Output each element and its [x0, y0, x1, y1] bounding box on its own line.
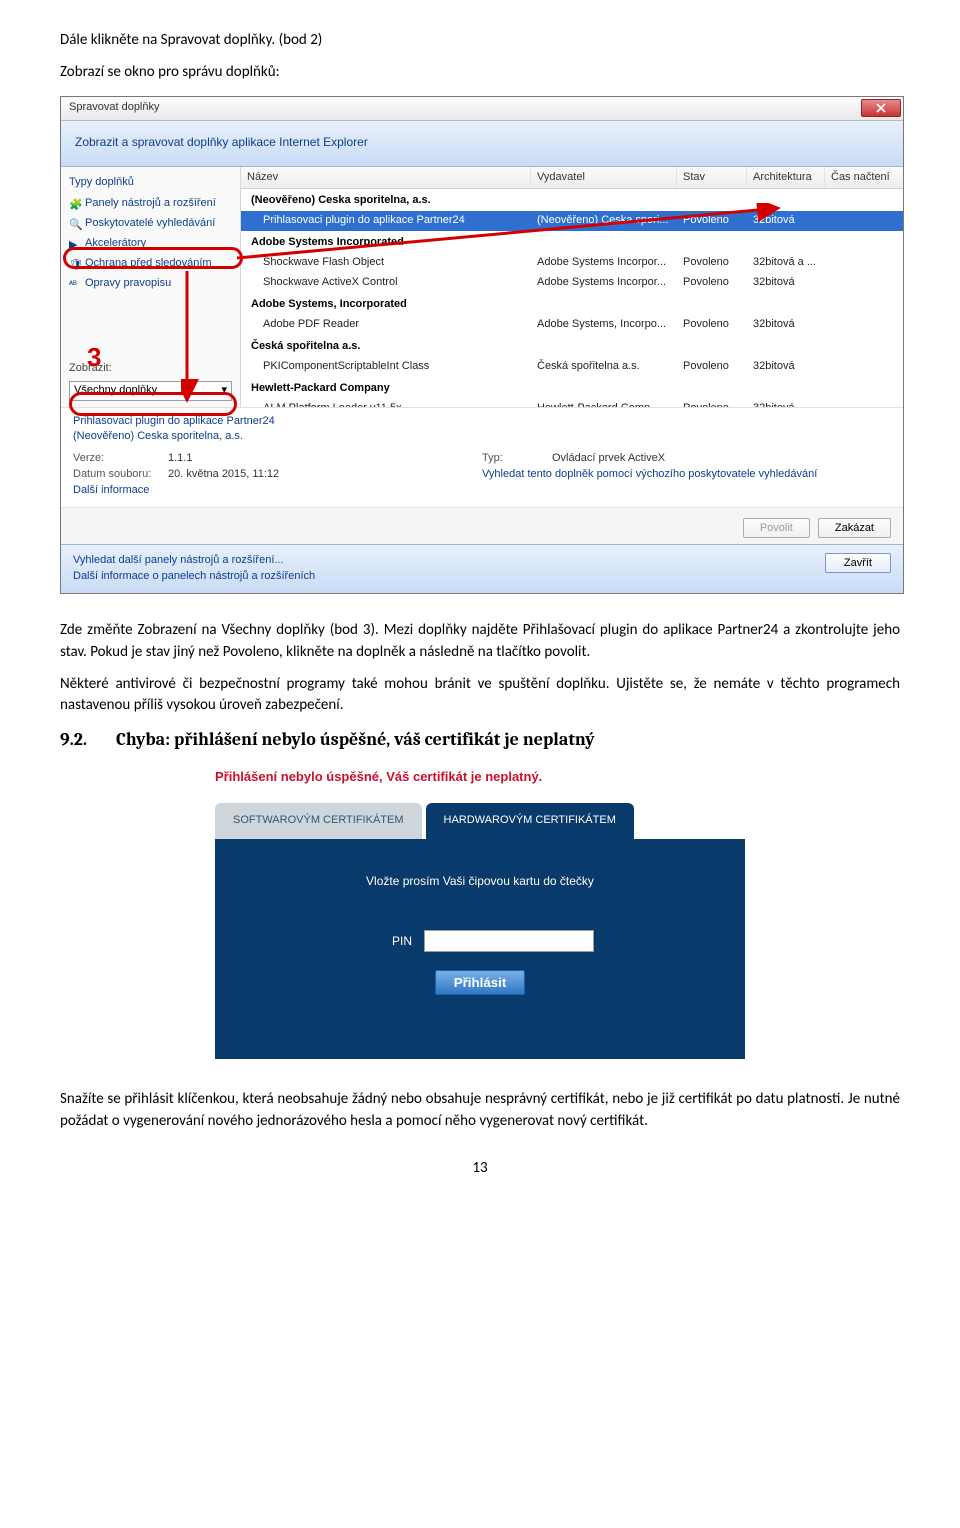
- learn-more-link[interactable]: Další informace o panelech nástrojů a ro…: [73, 569, 315, 585]
- date-label: Datum souboru:: [73, 467, 168, 483]
- col-arch[interactable]: Architektura: [747, 167, 825, 189]
- login-screenshot: Přihlášení nebylo úspěšné, Váš certifiká…: [60, 767, 900, 1059]
- heading-9-2: 9.2.Chyba: přihlášení nebylo úspěšné, vá…: [60, 727, 900, 753]
- col-state[interactable]: Stav: [677, 167, 747, 189]
- list-group: Česká spořitelna a.s.: [241, 335, 903, 357]
- login-button[interactable]: Přihlásit: [435, 970, 526, 995]
- titlebar: Spravovat doplňky: [61, 97, 903, 121]
- intro-line-2: Zobrazí se okno pro správu doplňků:: [60, 62, 900, 84]
- dialog-footer: Vyhledat další panely nástrojů a rozšíře…: [61, 544, 903, 593]
- page-number: 13: [60, 1158, 900, 1180]
- disable-button[interactable]: Zakázat: [818, 518, 891, 538]
- heading-text: Chyba: přihlášení nebylo úspěšné, váš ce…: [116, 729, 595, 750]
- type-label: Typ:: [482, 451, 552, 467]
- close-footer-button[interactable]: Zavřít: [825, 553, 891, 573]
- shield-icon: 🛡: [69, 258, 81, 270]
- list-row[interactable]: Shockwave ActiveX ControlAdobe Systems I…: [241, 273, 903, 293]
- chevron-down-icon: ▾: [221, 383, 227, 399]
- pin-label: PIN: [366, 933, 412, 950]
- list-row[interactable]: PKIComponentScriptableInt ClassČeská spo…: [241, 357, 903, 377]
- selection-publisher: (Neověřeno) Ceska sporitelna, a.s.: [73, 429, 891, 445]
- type-value: Ovládací prvek ActiveX: [552, 452, 665, 464]
- tab-hardware-cert[interactable]: HARDWAROVÝM CERTIFIKÁTEM: [426, 803, 634, 839]
- abc-icon: ᴬᴮ: [69, 278, 81, 290]
- list-row[interactable]: Shockwave Flash ObjectAdobe Systems Inco…: [241, 253, 903, 273]
- more-info-link[interactable]: Další informace: [73, 484, 149, 496]
- col-loadtime[interactable]: Čas načtení: [825, 167, 903, 189]
- intro-line-1: Dále klikněte na Spravovat doplňky. (bod…: [60, 30, 900, 52]
- list-row[interactable]: Adobe PDF ReaderAdobe Systems, Incorpo..…: [241, 315, 903, 335]
- pin-input[interactable]: [424, 930, 594, 952]
- version-value: 1.1.1: [168, 452, 192, 464]
- addons-list: Název Vydavatel Stav Architektura Čas na…: [241, 167, 903, 407]
- login-tabs: SOFTWAROVÝM CERTIFIKÁTEM HARDWAROVÝM CER…: [215, 803, 745, 839]
- col-name[interactable]: Název: [241, 167, 531, 189]
- accelerator-icon: ▶: [69, 238, 81, 250]
- close-button[interactable]: [861, 99, 901, 117]
- search-icon: 🔍: [69, 218, 81, 230]
- manage-addons-dialog: 3 Spravovat doplňky Zobrazit a spravovat…: [60, 96, 904, 595]
- sidebar-heading: Typy doplňků: [61, 173, 240, 195]
- list-row[interactable]: Prihlasovaci plugin do aplikace Partner2…: [241, 211, 903, 231]
- date-value: 20. května 2015, 11:12: [168, 468, 279, 480]
- dialog-title: Spravovat doplňky: [69, 100, 861, 116]
- sidebar-item-spelling[interactable]: ᴬᴮOpravy pravopisu: [61, 274, 240, 294]
- search-addon-link[interactable]: Vyhledat tento doplněk pomocí výchozího …: [482, 468, 817, 480]
- annotation-number: 3: [87, 339, 101, 377]
- list-group: Adobe Systems, Incorporated: [241, 293, 903, 315]
- toolbar-icon: 🧩: [69, 198, 81, 210]
- sidebar-item-accelerators[interactable]: ▶Akcelerátory: [61, 234, 240, 254]
- login-prompt: Vložte prosím Vaši čipovou kartu do čteč…: [245, 873, 715, 890]
- selection-meta: Verze:1.1.1 Datum souboru:20. května 201…: [61, 447, 903, 507]
- show-dropdown[interactable]: Všechny doplňky ▾: [69, 381, 232, 401]
- sidebar-item-tracking[interactable]: 🛡Ochrana před sledováním: [61, 254, 240, 274]
- tail-para: Snažíte se přihlásit klíčenkou, která ne…: [60, 1089, 900, 1133]
- heading-number: 9.2.: [60, 727, 116, 753]
- post-para-2: Některé antivirové či bezpečnostní progr…: [60, 674, 900, 718]
- list-group: Hewlett-Packard Company: [241, 377, 903, 399]
- selection-name: Prihlasovaci plugin do aplikace Partner2…: [73, 414, 891, 430]
- find-more-link[interactable]: Vyhledat další panely nástrojů a rozšíře…: [73, 553, 315, 569]
- action-buttons: Povolit Zakázat: [61, 507, 903, 544]
- list-group: Adobe Systems Incorporated: [241, 231, 903, 253]
- version-label: Verze:: [73, 451, 168, 467]
- sidebar-item-toolbars[interactable]: 🧩Panely nástrojů a rozšíření: [61, 194, 240, 214]
- list-group: (Neověřeno) Ceska sporitelna, a.s.: [241, 189, 903, 211]
- post-para-1: Zde změňte Zobrazení na Všechny doplňky …: [60, 620, 900, 664]
- sidebar-item-search-providers[interactable]: 🔍Poskytovatelé vyhledávání: [61, 214, 240, 234]
- selection-info: Prihlasovaci plugin do aplikace Partner2…: [61, 407, 903, 448]
- col-publisher[interactable]: Vydavatel: [531, 167, 677, 189]
- dialog-header: Zobrazit a spravovat doplňky aplikace In…: [61, 121, 903, 167]
- close-icon: [876, 103, 886, 113]
- list-header: Název Vydavatel Stav Architektura Čas na…: [241, 167, 903, 190]
- show-dropdown-value: Všechny doplňky: [74, 383, 157, 399]
- list-row[interactable]: ALM Platform Loader v11.5xHewlett-Packar…: [241, 399, 903, 407]
- enable-button[interactable]: Povolit: [743, 518, 810, 538]
- tab-software-cert[interactable]: SOFTWAROVÝM CERTIFIKÁTEM: [215, 803, 422, 839]
- login-error: Přihlášení nebylo úspěšné, Váš certifiká…: [215, 768, 745, 787]
- login-card: Vložte prosím Vaši čipovou kartu do čteč…: [215, 839, 745, 1059]
